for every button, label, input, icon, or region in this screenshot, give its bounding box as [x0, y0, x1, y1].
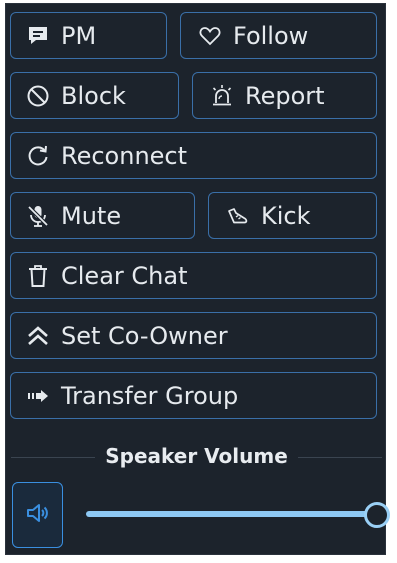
speaker-volume-section: Speaker Volume	[11, 440, 382, 474]
chat-bubble-icon	[25, 23, 51, 49]
follow-label: Follow	[233, 21, 309, 50]
reconnect-button[interactable]: Reconnect	[10, 132, 377, 179]
pm-button[interactable]: PM	[10, 12, 167, 59]
pm-label: PM	[61, 21, 97, 50]
report-button[interactable]: Report	[192, 72, 377, 119]
refresh-icon	[25, 143, 51, 169]
speaker-icon	[26, 502, 50, 528]
clear-chat-label: Clear Chat	[61, 261, 188, 290]
trash-icon	[25, 263, 51, 289]
reconnect-label: Reconnect	[61, 141, 188, 170]
block-icon	[25, 83, 51, 109]
report-label: Report	[245, 81, 325, 110]
boot-icon	[225, 203, 251, 229]
kick-label: Kick	[261, 201, 311, 230]
transfer-group-label: Transfer Group	[61, 381, 239, 410]
volume-slider[interactable]	[86, 501, 390, 528]
set-co-owner-label: Set Co-Owner	[61, 321, 228, 350]
mic-off-icon	[25, 203, 51, 229]
double-chevron-up-icon	[25, 323, 51, 349]
follow-button[interactable]: Follow	[180, 12, 377, 59]
block-button[interactable]: Block	[10, 72, 179, 119]
mute-button[interactable]: Mute	[10, 192, 195, 239]
volume-thumb[interactable]	[364, 502, 390, 528]
clear-chat-button[interactable]: Clear Chat	[10, 252, 377, 299]
mute-label: Mute	[61, 201, 122, 230]
user-actions-panel: PM Follow Block Report Reconnect Mute Ki…	[5, 3, 390, 555]
heart-icon	[197, 23, 223, 49]
block-label: Block	[61, 81, 126, 110]
speaker-volume-title: Speaker Volume	[95, 444, 298, 468]
volume-fill	[86, 511, 376, 517]
siren-icon	[209, 83, 235, 109]
transfer-group-button[interactable]: Transfer Group	[10, 372, 377, 419]
set-co-owner-button[interactable]: Set Co-Owner	[10, 312, 377, 359]
kick-button[interactable]: Kick	[208, 192, 377, 239]
transfer-arrow-icon	[25, 383, 51, 409]
speaker-toggle-button[interactable]	[12, 482, 63, 548]
